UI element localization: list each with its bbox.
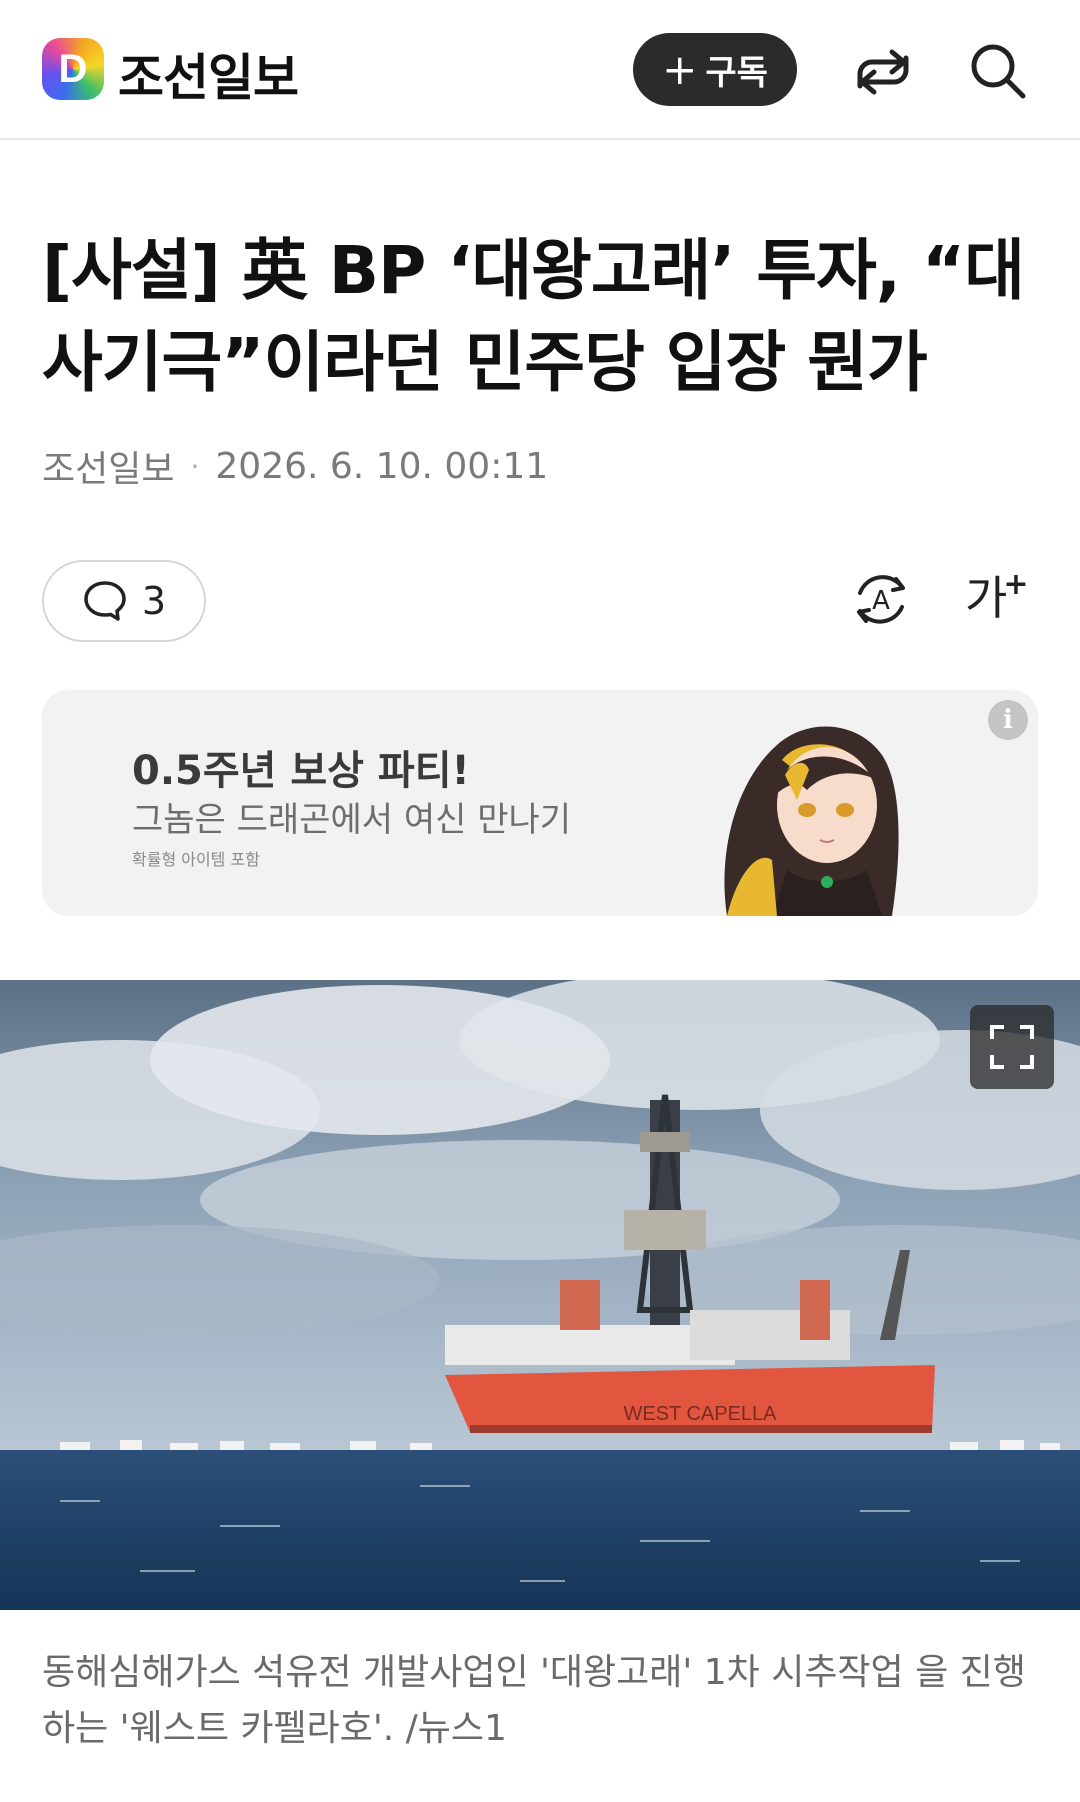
article-datetime: 2026. 6. 10. 00:11 bbox=[215, 445, 549, 487]
ad-banner[interactable]: 0.5주년 보상 파티! 그놈은 드래곤에서 여신 만나기 확률형 아이템 포함… bbox=[42, 690, 1038, 916]
comment-count: 3 bbox=[141, 579, 167, 623]
font-size-icon: 가 bbox=[965, 571, 1008, 625]
translate-letter: A bbox=[872, 586, 890, 616]
share-icon bbox=[857, 49, 909, 95]
logo-letter: D bbox=[58, 47, 88, 91]
font-size-plus: + bbox=[1003, 567, 1029, 602]
brand-name[interactable]: 조선일보 bbox=[118, 38, 299, 110]
logo-badge[interactable]: D bbox=[42, 38, 104, 100]
fullscreen-button[interactable] bbox=[970, 1005, 1054, 1089]
fullscreen-icon bbox=[990, 1025, 1034, 1069]
search-button[interactable] bbox=[967, 40, 1029, 102]
comment-button[interactable]: 3 bbox=[42, 560, 206, 642]
translate-icon: A bbox=[857, 575, 905, 624]
share-button[interactable] bbox=[852, 40, 914, 102]
meta-separator: · bbox=[190, 449, 200, 483]
translate-button[interactable]: A bbox=[850, 565, 912, 635]
ad-character-illustration bbox=[724, 726, 899, 916]
ad-note: 확률형 아이템 포함 bbox=[132, 850, 260, 869]
ad-subtitle: 그놈은 드래곤에서 여신 만나기 bbox=[132, 800, 572, 840]
font-size-button[interactable]: 가+ bbox=[965, 562, 1028, 628]
subscribe-label: 구독 bbox=[705, 53, 768, 93]
ad-title: 0.5주년 보상 파티! bbox=[132, 748, 470, 794]
article-headline: [사설] 英 BP ‘대왕고래’ 투자, “대사기극”이라던 민주당 입장 뭔가 bbox=[42, 232, 1025, 401]
info-icon[interactable]: i bbox=[988, 700, 1028, 740]
top-header: D 조선일보 + 구독 bbox=[0, 0, 1080, 140]
article-photo[interactable]: WEST CAPELLA bbox=[0, 980, 1080, 1610]
plus-icon: + bbox=[662, 44, 698, 94]
article-meta: 조선일보 · 2026. 6. 10. 00:11 bbox=[42, 440, 548, 492]
subscribe-button[interactable]: + 구독 bbox=[633, 33, 797, 106]
search-icon bbox=[971, 44, 1026, 99]
comment-icon bbox=[84, 581, 126, 621]
drillship-photo: WEST CAPELLA bbox=[0, 980, 1080, 1610]
article-source[interactable]: 조선일보 bbox=[42, 440, 174, 492]
ship-name-text: WEST CAPELLA bbox=[623, 1403, 777, 1425]
photo-caption: 동해심해가스 석유전 개발사업인 '대왕고래' 1차 시추작업 을 진행하는 '… bbox=[42, 1652, 1026, 1749]
